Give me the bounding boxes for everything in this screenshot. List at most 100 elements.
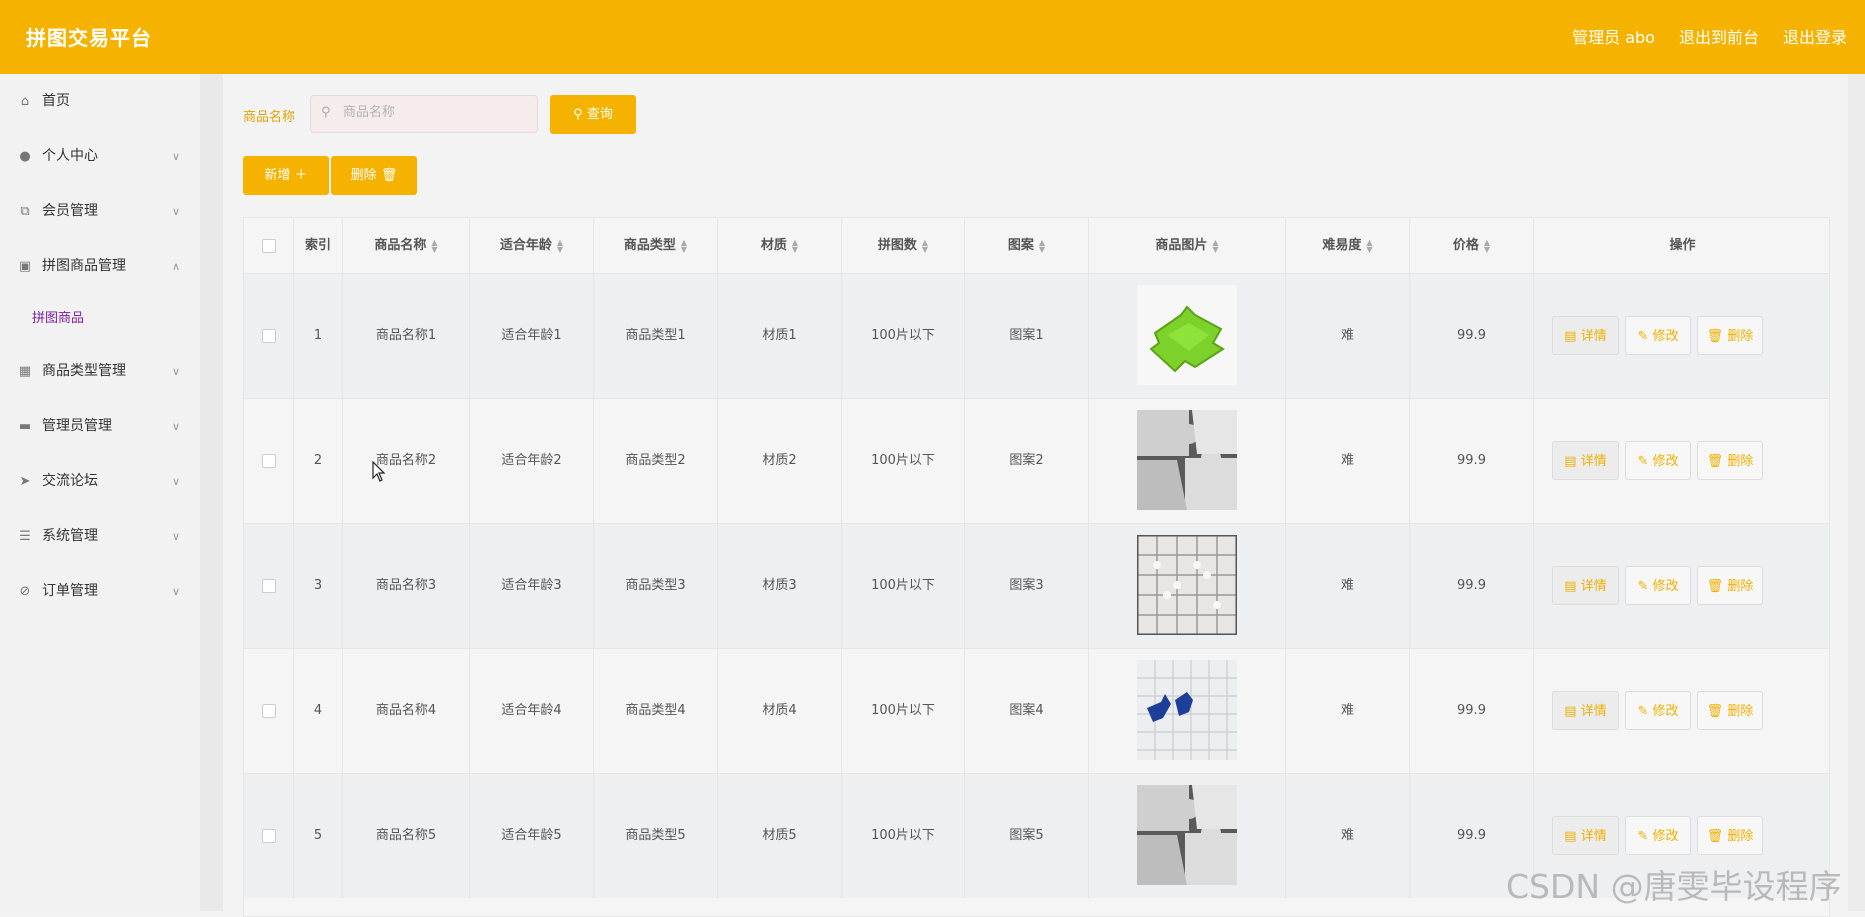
sidebar-item-goods-types[interactable]: ▦ 商品类型管理 ∨	[0, 344, 200, 399]
cell-type: 商品类型4	[594, 649, 718, 773]
sort-icon[interactable]: ▲ ▼	[1484, 238, 1490, 253]
monitor-icon: ▬	[18, 419, 32, 434]
detail-button[interactable]: ▤ 详情	[1552, 441, 1619, 480]
sort-icon[interactable]: ▲ ▼	[792, 238, 798, 253]
row-checkbox[interactable]	[261, 453, 276, 468]
exit-to-front-link[interactable]: 退出到前台	[1679, 24, 1759, 48]
trash-icon: 🗑	[1706, 579, 1724, 594]
th-difficulty[interactable]: 难易度 ▲ ▼	[1286, 218, 1410, 273]
search-input[interactable]	[341, 104, 530, 121]
plus-icon: ＋	[294, 168, 308, 183]
search-button[interactable]: ⚲ 查询	[550, 95, 636, 134]
cell-difficulty: 难	[1286, 399, 1410, 523]
product-image-cell	[1089, 399, 1286, 523]
table-row: 3 商品名称3 适合年龄3 商品类型3 材质3 100片以下 图案3 难 99.9 ▤ 详情 ✎ 修…	[244, 523, 1829, 648]
add-button[interactable]: 新增 ＋	[243, 156, 329, 195]
product-image-cell	[1089, 524, 1286, 648]
detail-button[interactable]: ▤ 详情	[1552, 691, 1619, 730]
sidebar-item-members[interactable]: ⧉ 会员管理 ∨	[0, 184, 200, 239]
sidebar-item-label: 交流论坛	[42, 473, 98, 489]
th-name[interactable]: 商品名称 ▲ ▼	[343, 218, 470, 273]
document-icon: ▤	[1564, 704, 1577, 719]
sort-icon[interactable]: ▲ ▼	[681, 238, 687, 253]
select-all-checkbox[interactable]	[261, 238, 276, 253]
row-select-cell	[244, 774, 294, 898]
actions-cell: ▤ 详情 ✎ 修改 🗑 删除	[1534, 649, 1829, 773]
logout-link[interactable]: 退出登录	[1783, 24, 1847, 48]
sidebar-item-admins[interactable]: ▬ 管理员管理 ∨	[0, 399, 200, 454]
cell-difficulty: 难	[1286, 524, 1410, 648]
th-age[interactable]: 适合年龄 ▲ ▼	[470, 218, 594, 273]
edit-button[interactable]: ✎ 修改	[1625, 691, 1691, 730]
scrollbar-track[interactable]	[1848, 74, 1865, 911]
cell-name: 商品名称1	[343, 274, 470, 398]
delete-button[interactable]: 🗑 删除	[1697, 691, 1763, 730]
sidebar-item-puzzle-goods[interactable]: ▣ 拼图商品管理 ∧	[0, 239, 200, 294]
sidebar-item-label: 拼图商品管理	[42, 258, 126, 274]
document-icon: ▤	[1564, 329, 1577, 344]
product-image[interactable]	[1137, 785, 1237, 885]
cell-pattern: 图案1	[965, 274, 1089, 398]
bulk-delete-button[interactable]: 删除 🗑	[331, 156, 417, 195]
sort-icon[interactable]: ▲ ▼	[1366, 238, 1372, 253]
th-pattern[interactable]: 图案 ▲ ▼	[965, 218, 1089, 273]
actions-cell: ▤ 详情 ✎ 修改 🗑 删除	[1534, 274, 1829, 398]
cell-age: 适合年龄5	[470, 774, 594, 898]
sidebar-item-personal-center[interactable]: ● 个人中心 ∨	[0, 129, 200, 184]
chevron-down-icon: ∨	[171, 365, 180, 378]
sidebar-item-system[interactable]: ☰ 系统管理 ∨	[0, 509, 200, 564]
th-image[interactable]: 商品图片 ▲ ▼	[1089, 218, 1286, 273]
sort-icon[interactable]: ▲ ▼	[1212, 238, 1218, 253]
detail-button[interactable]: ▤ 详情	[1552, 566, 1619, 605]
sort-icon[interactable]: ▲ ▼	[557, 238, 563, 253]
cell-index: 5	[294, 774, 343, 898]
product-image[interactable]	[1137, 285, 1237, 385]
sidebar-item-forum[interactable]: ➤ 交流论坛 ∨	[0, 454, 200, 509]
sidebar-subitem-puzzle-goods[interactable]: 拼图商品	[0, 294, 200, 344]
select-all-column	[244, 218, 294, 273]
product-image[interactable]	[1137, 660, 1237, 760]
cell-pattern: 图案3	[965, 524, 1089, 648]
detail-button[interactable]: ▤ 详情	[1552, 816, 1619, 855]
edit-button[interactable]: ✎ 修改	[1625, 816, 1691, 855]
cell-pattern: 图案2	[965, 399, 1089, 523]
detail-button[interactable]: ▤ 详情	[1552, 316, 1619, 355]
sort-icon[interactable]: ▲ ▼	[922, 238, 928, 253]
search-icon: ⚲	[573, 107, 583, 122]
chevron-down-icon: ∨	[171, 475, 180, 488]
cell-difficulty: 难	[1286, 649, 1410, 773]
row-checkbox[interactable]	[261, 828, 276, 843]
sidebar-item-label: 系统管理	[42, 528, 98, 544]
th-type[interactable]: 商品类型 ▲ ▼	[594, 218, 718, 273]
row-checkbox[interactable]	[261, 578, 276, 593]
th-material[interactable]: 材质 ▲ ▼	[718, 218, 842, 273]
sort-icon[interactable]: ▲ ▼	[431, 238, 437, 253]
delete-button[interactable]: 🗑 删除	[1697, 566, 1763, 605]
row-checkbox[interactable]	[261, 328, 276, 343]
product-image[interactable]	[1137, 410, 1237, 510]
cell-pieces: 100片以下	[842, 274, 965, 398]
chevron-down-icon: ∨	[171, 420, 180, 433]
delete-button[interactable]: 🗑 删除	[1697, 316, 1763, 355]
search-box[interactable]: ⚲	[310, 95, 538, 133]
cell-name: 商品名称5	[343, 774, 470, 898]
edit-button[interactable]: ✎ 修改	[1625, 441, 1691, 480]
cell-age: 适合年龄2	[470, 399, 594, 523]
table-row: 2 商品名称2 适合年龄2 商品类型2 材质2 100片以下 图案2 难 99.9 ▤ 详情 ✎ 修…	[244, 398, 1829, 523]
sidebar-item-orders[interactable]: ⊘ 订单管理 ∨	[0, 564, 200, 619]
th-pieces[interactable]: 拼图数 ▲ ▼	[842, 218, 965, 273]
sidebar-item-home[interactable]: ⌂ 首页	[0, 74, 200, 129]
edit-button[interactable]: ✎ 修改	[1625, 316, 1691, 355]
edit-button[interactable]: ✎ 修改	[1625, 566, 1691, 605]
delete-button[interactable]: 🗑 删除	[1697, 816, 1763, 855]
delete-button[interactable]: 🗑 删除	[1697, 441, 1763, 480]
row-checkbox[interactable]	[261, 703, 276, 718]
watermark: CSDN @唐雯毕设程序	[1506, 867, 1842, 906]
cell-material: 材质5	[718, 774, 842, 898]
chevron-down-icon: ∨	[171, 150, 180, 163]
th-price[interactable]: 价格 ▲ ▼	[1410, 218, 1534, 273]
top-header: 拼图交易平台 管理员 abo 退出到前台 退出登录	[0, 0, 1865, 74]
trash-icon: 🗑	[1706, 454, 1724, 469]
product-image[interactable]	[1135, 533, 1239, 637]
sort-icon[interactable]: ▲ ▼	[1039, 238, 1045, 253]
